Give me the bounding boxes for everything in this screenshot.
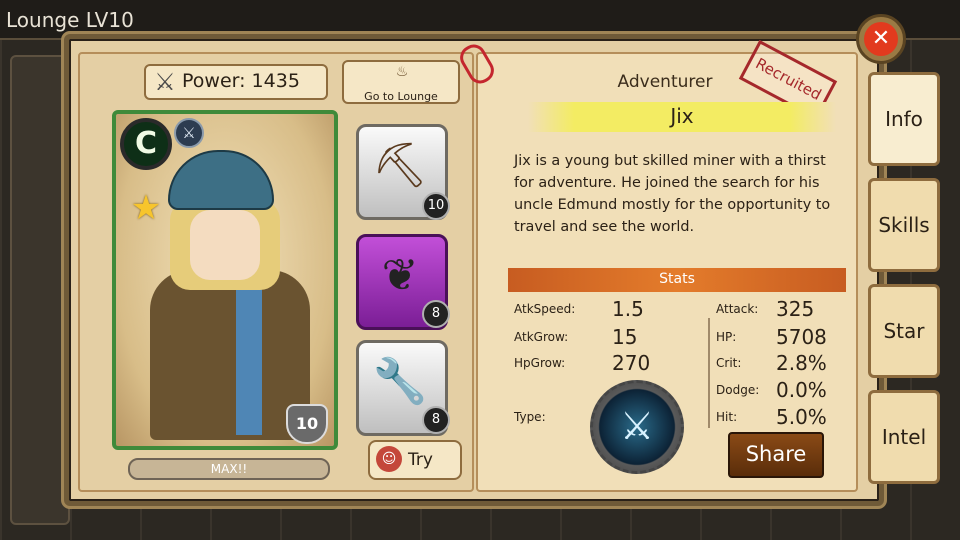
wrench-icon: 🔧 — [372, 356, 428, 407]
cauldron-icon: ♨ — [395, 64, 409, 80]
stat-value-hp: 5708 — [776, 325, 827, 349]
close-icon[interactable]: ✕ — [864, 22, 898, 56]
hero-description: Jix is a young but skilled miner with a … — [514, 153, 831, 235]
sword-type-icon: ⚔ — [590, 380, 684, 474]
tab-info[interactable]: Info — [868, 72, 940, 166]
stat-value-dodge: 0.0% — [776, 378, 827, 402]
go-to-lounge-label: Go to Lounge — [364, 90, 438, 103]
stats-title: Stats — [659, 271, 695, 287]
stat-label-atkgrow: AtkGrow: — [514, 330, 569, 344]
stat-label-crit: Crit: — [716, 356, 742, 370]
amulet-icon: ❦ — [381, 250, 419, 301]
hero-belt — [236, 285, 262, 435]
star-icon: ★ — [130, 188, 162, 228]
stat-value-atkspeed: 1.5 — [612, 297, 644, 321]
stat-label-hp: HP: — [716, 330, 737, 344]
stat-value-hpgrow: 270 — [612, 351, 651, 375]
power-value: Power: 1435 — [182, 70, 300, 92]
hero-name: Jix — [670, 104, 694, 128]
hero-level-badge: 10 — [286, 404, 328, 444]
hero-class-label: Adventurer — [617, 72, 713, 92]
hero-avatar-icon: ☺ — [376, 446, 402, 472]
stat-label-hit: Hit: — [716, 410, 738, 424]
pickaxe-icon: ⛏ — [372, 140, 428, 191]
equipment-level-badge: 10 — [422, 192, 450, 220]
crossed-swords-icon: ⚔ — [154, 68, 176, 96]
level-progress-bar: MAX!! — [128, 458, 330, 480]
stat-value-attack: 325 — [776, 297, 815, 321]
stat-label-type: Type: — [514, 410, 546, 424]
tab-skills[interactable]: Skills — [868, 178, 940, 272]
class-badge: C — [120, 118, 172, 170]
share-button[interactable]: Share — [728, 432, 824, 478]
sword-icon: ⚔ — [174, 118, 204, 148]
stat-value-atkgrow: 15 — [612, 325, 638, 349]
stats-divider — [708, 318, 710, 428]
background-side-panel — [10, 55, 70, 525]
stat-label-atkspeed: AtkSpeed: — [514, 302, 576, 316]
try-label: Try — [408, 450, 433, 470]
stat-value-hit: 5.0% — [776, 405, 827, 429]
stat-label-dodge: Dodge: — [716, 383, 760, 397]
equipment-level-badge: 8 — [422, 406, 450, 434]
hero-face — [190, 210, 260, 280]
tab-intel[interactable]: Intel — [868, 390, 940, 484]
equipment-level-badge: 8 — [422, 300, 450, 328]
stat-label-attack: Attack: — [716, 302, 759, 316]
tab-star[interactable]: Star — [868, 284, 940, 378]
stat-value-crit: 2.8% — [776, 351, 827, 375]
stat-label-hpgrow: HpGrow: — [514, 356, 566, 370]
